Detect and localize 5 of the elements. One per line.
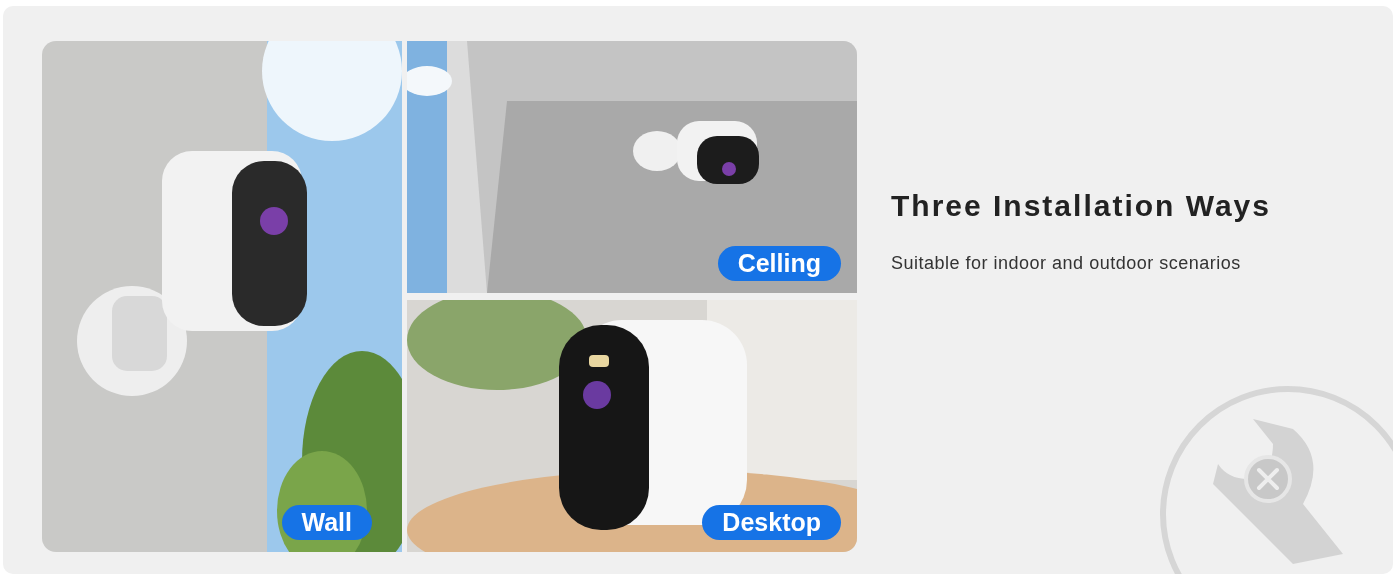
photo-label: Desktop — [702, 505, 841, 540]
photo-label: Celling — [717, 246, 841, 281]
photo-label: Wall — [281, 505, 372, 540]
subtitle: Suitable for indoor and outdoor scenarios — [891, 253, 1242, 274]
heading: Three Installation Ways — [891, 189, 1271, 223]
